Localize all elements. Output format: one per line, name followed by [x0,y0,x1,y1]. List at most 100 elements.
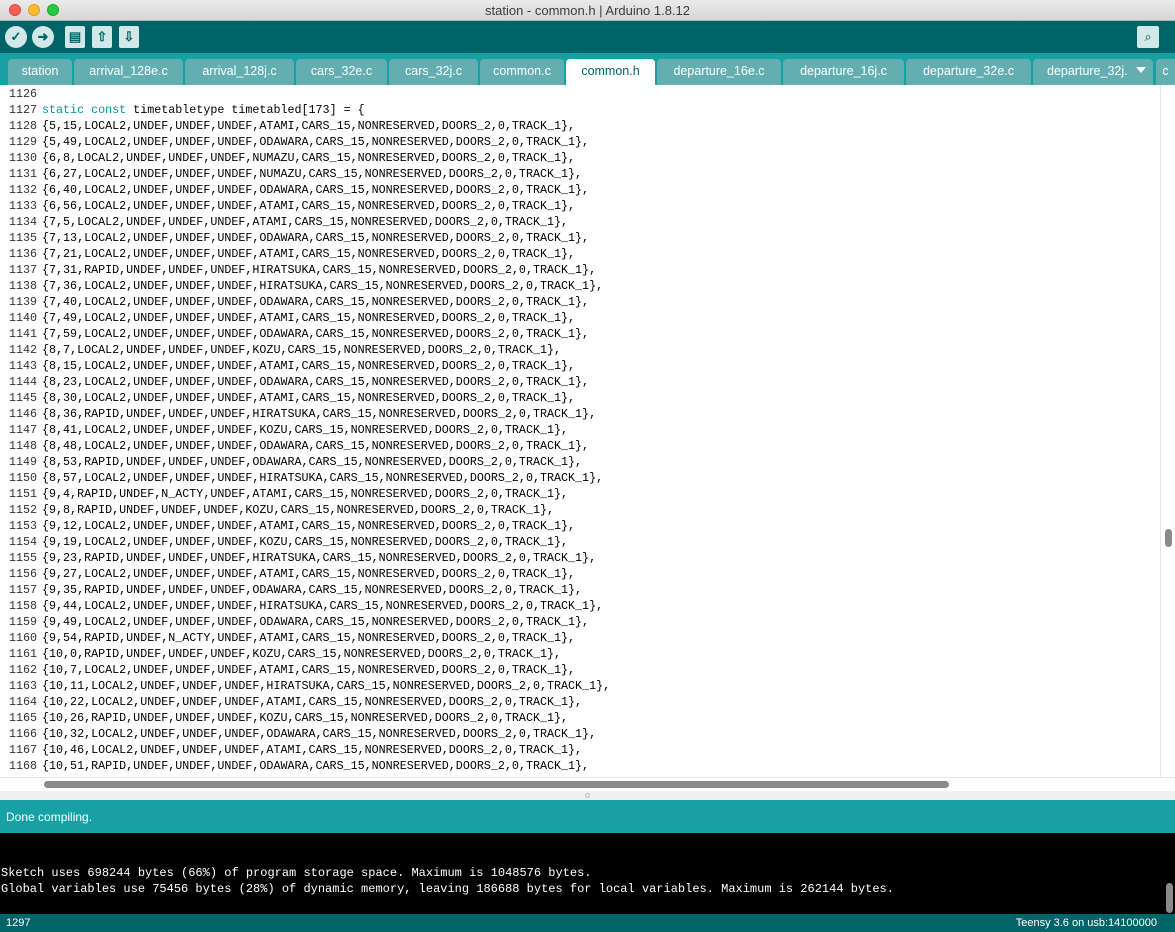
new-sketch-button[interactable]: ▤ [65,26,85,48]
line-number: 1132 [8,183,37,197]
horizontal-scrollbar[interactable] [0,777,1175,791]
horizontal-scroll-thumb[interactable] [44,781,949,788]
line-code: {9,19,LOCAL2,UNDEF,UNDEF,UNDEF,KOZU,CARS… [42,535,569,549]
line-number: 1135 [8,231,37,245]
line-number: 1156 [8,567,37,581]
line-number: 1148 [8,439,37,453]
line-number: 1130 [8,151,37,165]
tab-common-c[interactable]: common.c [480,59,564,85]
line-number: 1151 [8,487,37,501]
line-code: static const timetabletype timetabled[17… [42,103,365,117]
bottom-bar: 1297 Teensy 3.6 on usb:14100000 [0,914,1175,932]
line-code: {9,44,LOCAL2,UNDEF,UNDEF,UNDEF,HIRATSUKA… [42,599,604,613]
vertical-scrollbar[interactable] [1160,85,1175,777]
tab-arrival-128j[interactable]: arrival_128j.c [185,59,294,85]
line-number: 1158 [8,599,37,613]
line-number: 1153 [8,519,37,533]
line-code: {8,7,LOCAL2,UNDEF,UNDEF,UNDEF,KOZU,CARS_… [42,343,562,357]
pane-splitter[interactable] [0,791,1175,800]
line-code: {8,36,RAPID,UNDEF,UNDEF,UNDEF,HIRATSUKA,… [42,407,597,421]
serial-monitor-button[interactable]: ⌕ [1137,26,1159,48]
line-number: 1160 [8,631,37,645]
arrow-down-icon: ⇩ [123,29,135,44]
line-code: {8,30,LOCAL2,UNDEF,UNDEF,UNDEF,ATAMI,CAR… [42,391,576,405]
line-code: {9,54,RAPID,UNDEF,N_ACTY,UNDEF,ATAMI,CAR… [42,631,576,645]
tab-menu-icon[interactable] [1136,67,1146,73]
magnifier-icon: ⌕ [1144,29,1152,44]
line-number: 1128 [8,119,37,133]
tab-station[interactable]: station [8,59,72,85]
line-code: {8,53,RAPID,UNDEF,UNDEF,UNDEF,ODAWARA,CA… [42,455,583,469]
line-code: {8,57,LOCAL2,UNDEF,UNDEF,UNDEF,HIRATSUKA… [42,471,604,485]
tab-cars-32e[interactable]: cars_32e.c [296,59,387,85]
line-number: 1167 [8,743,37,757]
line-number: 1147 [8,423,37,437]
console-output[interactable]: Sketch uses 698244 bytes (66%) of progra… [0,833,1175,914]
line-number: 1165 [8,711,37,725]
upload-button[interactable]: ➜ [32,26,54,48]
line-code: {9,27,LOCAL2,UNDEF,UNDEF,UNDEF,ATAMI,CAR… [42,567,576,581]
line-code: {9,35,RAPID,UNDEF,UNDEF,UNDEF,ODAWARA,CA… [42,583,583,597]
board-port-info: Teensy 3.6 on usb:14100000 [1015,917,1157,929]
line-number: 1146 [8,407,37,421]
line-number: 1149 [8,455,37,469]
line-number: 1133 [8,199,37,213]
line-code: {10,46,LOCAL2,UNDEF,UNDEF,UNDEF,ATAMI,CA… [42,743,583,757]
line-code: {10,0,RAPID,UNDEF,UNDEF,UNDEF,KOZU,CARS_… [42,647,562,661]
verify-button[interactable]: ✓ [5,26,27,48]
line-code: {9,12,LOCAL2,UNDEF,UNDEF,UNDEF,ATAMI,CAR… [42,519,576,533]
vertical-scroll-thumb[interactable] [1165,529,1172,547]
line-number: 1161 [8,647,37,661]
code-editor[interactable]: 1126 1127 static const timetabletype timet… [0,85,1175,777]
cursor-line-number: 1297 [6,917,31,929]
tab-overflow[interactable]: c [1156,59,1175,85]
line-code: {6,8,LOCAL2,UNDEF,UNDEF,UNDEF,NUMAZU,CAR… [42,151,576,165]
tab-departure-16e[interactable]: departure_16e.c [657,59,781,85]
save-sketch-button[interactable]: ⇩ [119,26,139,48]
line-code: {10,22,LOCAL2,UNDEF,UNDEF,UNDEF,ATAMI,CA… [42,695,583,709]
file-icon: ▤ [68,29,82,44]
title-bar: station - common.h | Arduino 1.8.12 [0,0,1175,21]
arrow-right-icon: ➜ [37,29,49,44]
line-code: {6,56,LOCAL2,UNDEF,UNDEF,UNDEF,ATAMI,CAR… [42,199,576,213]
tab-arrival-128e[interactable]: arrival_128e.c [74,59,183,85]
line-code: {7,21,LOCAL2,UNDEF,UNDEF,UNDEF,ATAMI,CAR… [42,247,576,261]
line-code: {8,15,LOCAL2,UNDEF,UNDEF,UNDEF,ATAMI,CAR… [42,359,576,373]
tab-departure-16j[interactable]: departure_16j.c [783,59,904,85]
console-line: Sketch uses 698244 bytes (66%) of progra… [1,866,592,880]
line-number: 1162 [8,663,37,677]
console-scroll-thumb[interactable] [1166,883,1173,913]
line-code: {10,11,LOCAL2,UNDEF,UNDEF,UNDEF,HIRATSUK… [42,679,611,693]
arrow-up-icon: ⇧ [96,29,108,44]
tab-cars-32j[interactable]: cars_32j.c [389,59,478,85]
line-number: 1127 [8,103,37,117]
line-code: {7,49,LOCAL2,UNDEF,UNDEF,UNDEF,ATAMI,CAR… [42,311,576,325]
line-number: 1140 [8,311,37,325]
keyword-token: static const [42,103,127,117]
splitter-handle-icon[interactable] [585,793,590,798]
line-code: {10,7,LOCAL2,UNDEF,UNDEF,UNDEF,ATAMI,CAR… [42,663,576,677]
tab-departure-32j[interactable]: departure_32j. [1033,59,1153,85]
line-number: 1155 [8,551,37,565]
line-number: 1137 [8,263,37,277]
line-code: {8,23,LOCAL2,UNDEF,UNDEF,UNDEF,ODAWARA,C… [42,375,590,389]
tab-common-h[interactable]: common.h [566,59,655,85]
line-number: 1150 [8,471,37,485]
line-code: {7,5,LOCAL2,UNDEF,UNDEF,UNDEF,ATAMI,CARS… [42,215,569,229]
tab-departure-32e[interactable]: departure_32e.c [906,59,1031,85]
line-number: 1144 [8,375,37,389]
line-number: 1164 [8,695,37,709]
tab-bar: station arrival_128e.c arrival_128j.c ca… [0,53,1175,85]
line-code: {5,15,LOCAL2,UNDEF,UNDEF,UNDEF,ATAMI,CAR… [42,119,576,133]
line-number: 1131 [8,167,37,181]
line-number: 1142 [8,343,37,357]
line-code: {7,59,LOCAL2,UNDEF,UNDEF,UNDEF,ODAWARA,C… [42,327,590,341]
line-number: 1166 [8,727,37,741]
check-icon: ✓ [10,29,22,44]
line-number: 1168 [8,759,37,773]
line-code: {6,40,LOCAL2,UNDEF,UNDEF,UNDEF,ODAWARA,C… [42,183,590,197]
line-code: {9,49,LOCAL2,UNDEF,UNDEF,UNDEF,ODAWARA,C… [42,615,590,629]
open-sketch-button[interactable]: ⇧ [92,26,112,48]
line-code: {8,41,LOCAL2,UNDEF,UNDEF,UNDEF,KOZU,CARS… [42,423,569,437]
line-number: 1154 [8,535,37,549]
